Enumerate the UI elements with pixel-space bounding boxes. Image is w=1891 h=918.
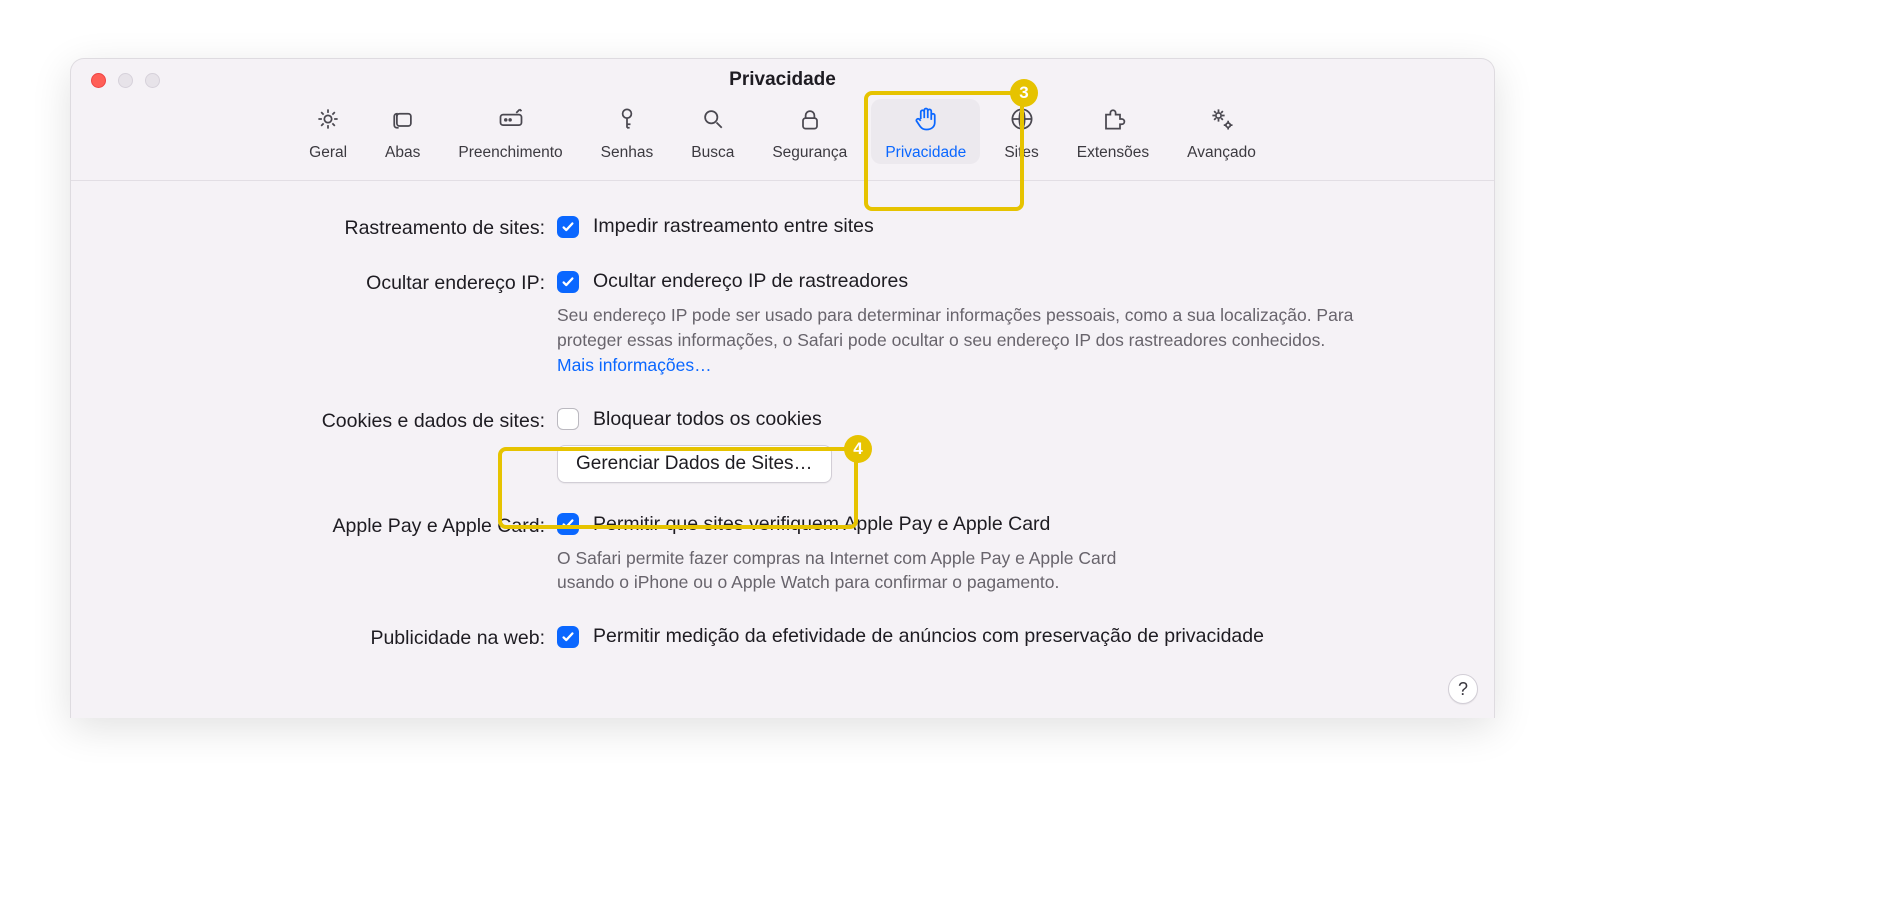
tab-advanced[interactable]: Avançado xyxy=(1173,99,1270,164)
key-icon xyxy=(613,105,641,138)
tab-security[interactable]: Segurança xyxy=(758,99,861,164)
tab-label: Busca xyxy=(691,144,734,162)
tab-label: Geral xyxy=(309,144,347,162)
row-ads: Publicidade na web: Permitir medição da … xyxy=(129,625,1436,650)
tab-label: Segurança xyxy=(772,144,847,162)
tab-label: Avançado xyxy=(1187,144,1256,162)
tab-label: Abas xyxy=(385,144,420,162)
search-icon xyxy=(699,105,727,138)
label-hide-ip: Ocultar endereço IP: xyxy=(129,270,557,295)
checkbox-hide-ip[interactable] xyxy=(557,271,579,293)
tab-general[interactable]: Geral xyxy=(295,99,361,164)
privacy-pane: Rastreamento de sites: Impedir rastreame… xyxy=(71,181,1494,666)
puzzle-icon xyxy=(1099,105,1127,138)
label-cookies: Cookies e dados de sites: xyxy=(129,408,557,433)
tab-label: Senhas xyxy=(601,144,654,162)
desc-hide-ip: Seu endereço IP pode ser usado para dete… xyxy=(557,303,1357,378)
tab-search[interactable]: Busca xyxy=(677,99,748,164)
lock-icon xyxy=(796,105,824,138)
tab-label: Privacidade xyxy=(885,144,966,162)
tab-label: Extensões xyxy=(1077,144,1149,162)
label-ads: Publicidade na web: xyxy=(129,625,557,650)
row-cookies: Cookies e dados de sites: Bloquear todos… xyxy=(129,408,1436,483)
gear-icon xyxy=(314,105,342,138)
checkbox-label: Impedir rastreamento entre sites xyxy=(593,215,874,238)
checkbox-label: Permitir medição da efetividade de anúnc… xyxy=(593,625,1264,648)
checkbox-label: Ocultar endereço IP de rastreadores xyxy=(593,270,908,293)
tab-label: Sites xyxy=(1004,144,1038,162)
checkbox-applepay[interactable] xyxy=(557,513,579,535)
titlebar: Privacidade xyxy=(71,59,1494,95)
prefs-toolbar: Geral Abas Preenchimento Senhas Busca xyxy=(71,95,1494,181)
checkbox-prevent-tracking[interactable] xyxy=(557,216,579,238)
checkbox-label: Bloquear todos os cookies xyxy=(593,408,822,431)
checkbox-label: Permitir que sites verifiquem Apple Pay … xyxy=(593,513,1050,536)
gears-icon xyxy=(1208,105,1236,138)
tab-tabs[interactable]: Abas xyxy=(371,99,434,164)
row-hide-ip: Ocultar endereço IP: Ocultar endereço IP… xyxy=(129,270,1436,378)
tab-websites[interactable]: Sites xyxy=(990,99,1052,164)
checkbox-ad-measurement[interactable] xyxy=(557,626,579,648)
preferences-window: Privacidade Geral Abas Preenchimento Sen… xyxy=(70,58,1495,718)
label-tracking: Rastreamento de sites: xyxy=(129,215,557,240)
window-title: Privacidade xyxy=(71,69,1494,91)
label-applepay: Apple Pay e Apple Card: xyxy=(129,513,557,538)
row-tracking: Rastreamento de sites: Impedir rastreame… xyxy=(129,215,1436,240)
tab-passwords[interactable]: Senhas xyxy=(587,99,668,164)
hand-icon xyxy=(912,105,940,138)
checkbox-block-cookies[interactable] xyxy=(557,408,579,430)
desc-applepay: O Safari permite fazer compras na Intern… xyxy=(557,546,1117,596)
row-applepay: Apple Pay e Apple Card: Permitir que sit… xyxy=(129,513,1436,596)
tab-autofill[interactable]: Preenchimento xyxy=(444,99,576,164)
autofill-icon xyxy=(497,105,525,138)
globe-icon xyxy=(1008,105,1036,138)
help-button[interactable]: ? xyxy=(1448,674,1478,704)
tab-extensions[interactable]: Extensões xyxy=(1063,99,1163,164)
tab-privacy[interactable]: Privacidade xyxy=(871,99,980,164)
tabs-icon xyxy=(389,105,417,138)
more-info-link[interactable]: Mais informações… xyxy=(557,355,712,375)
tab-label: Preenchimento xyxy=(458,144,562,162)
manage-website-data-button[interactable]: Gerenciar Dados de Sites… xyxy=(557,445,832,483)
